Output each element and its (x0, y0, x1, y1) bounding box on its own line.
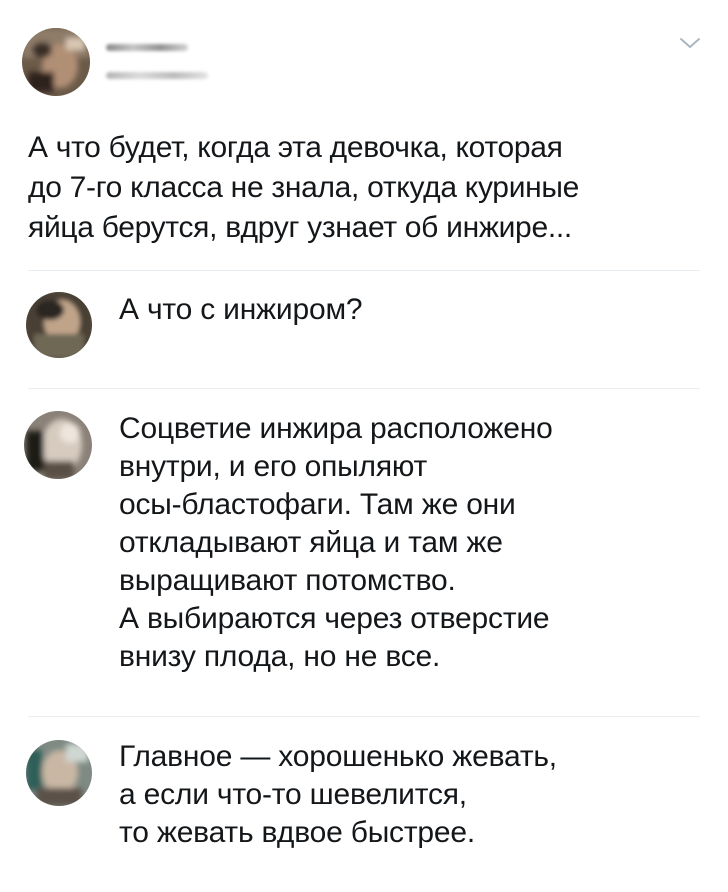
tweet-card: А что будет, когда эта девочка, которая … (0, 0, 728, 892)
user-avatar-blurred-icon (24, 411, 92, 479)
user-avatar-blurred-icon (22, 28, 90, 96)
reply-text: Главное — хорошенько жевать, а если что-… (119, 740, 557, 849)
divider (28, 270, 700, 271)
reply-avatar[interactable] (26, 740, 92, 806)
reply-avatar[interactable] (26, 292, 92, 358)
tweet-text: А что будет, когда эта девочка, которая … (28, 131, 580, 244)
user-avatar-blurred-icon (26, 292, 92, 358)
divider (28, 388, 700, 389)
author-name-blurred[interactable] (106, 44, 188, 51)
divider (28, 716, 700, 717)
reply-text: Соцветие инжира расположено внутри, и ег… (119, 412, 553, 673)
chevron-down-icon[interactable] (678, 34, 702, 52)
user-avatar-blurred-icon (26, 740, 92, 806)
reply-text: А что с инжиром? (119, 293, 363, 326)
author-avatar[interactable] (22, 28, 90, 96)
author-handle-blurred[interactable] (106, 72, 208, 79)
reply-avatar[interactable] (24, 411, 92, 479)
